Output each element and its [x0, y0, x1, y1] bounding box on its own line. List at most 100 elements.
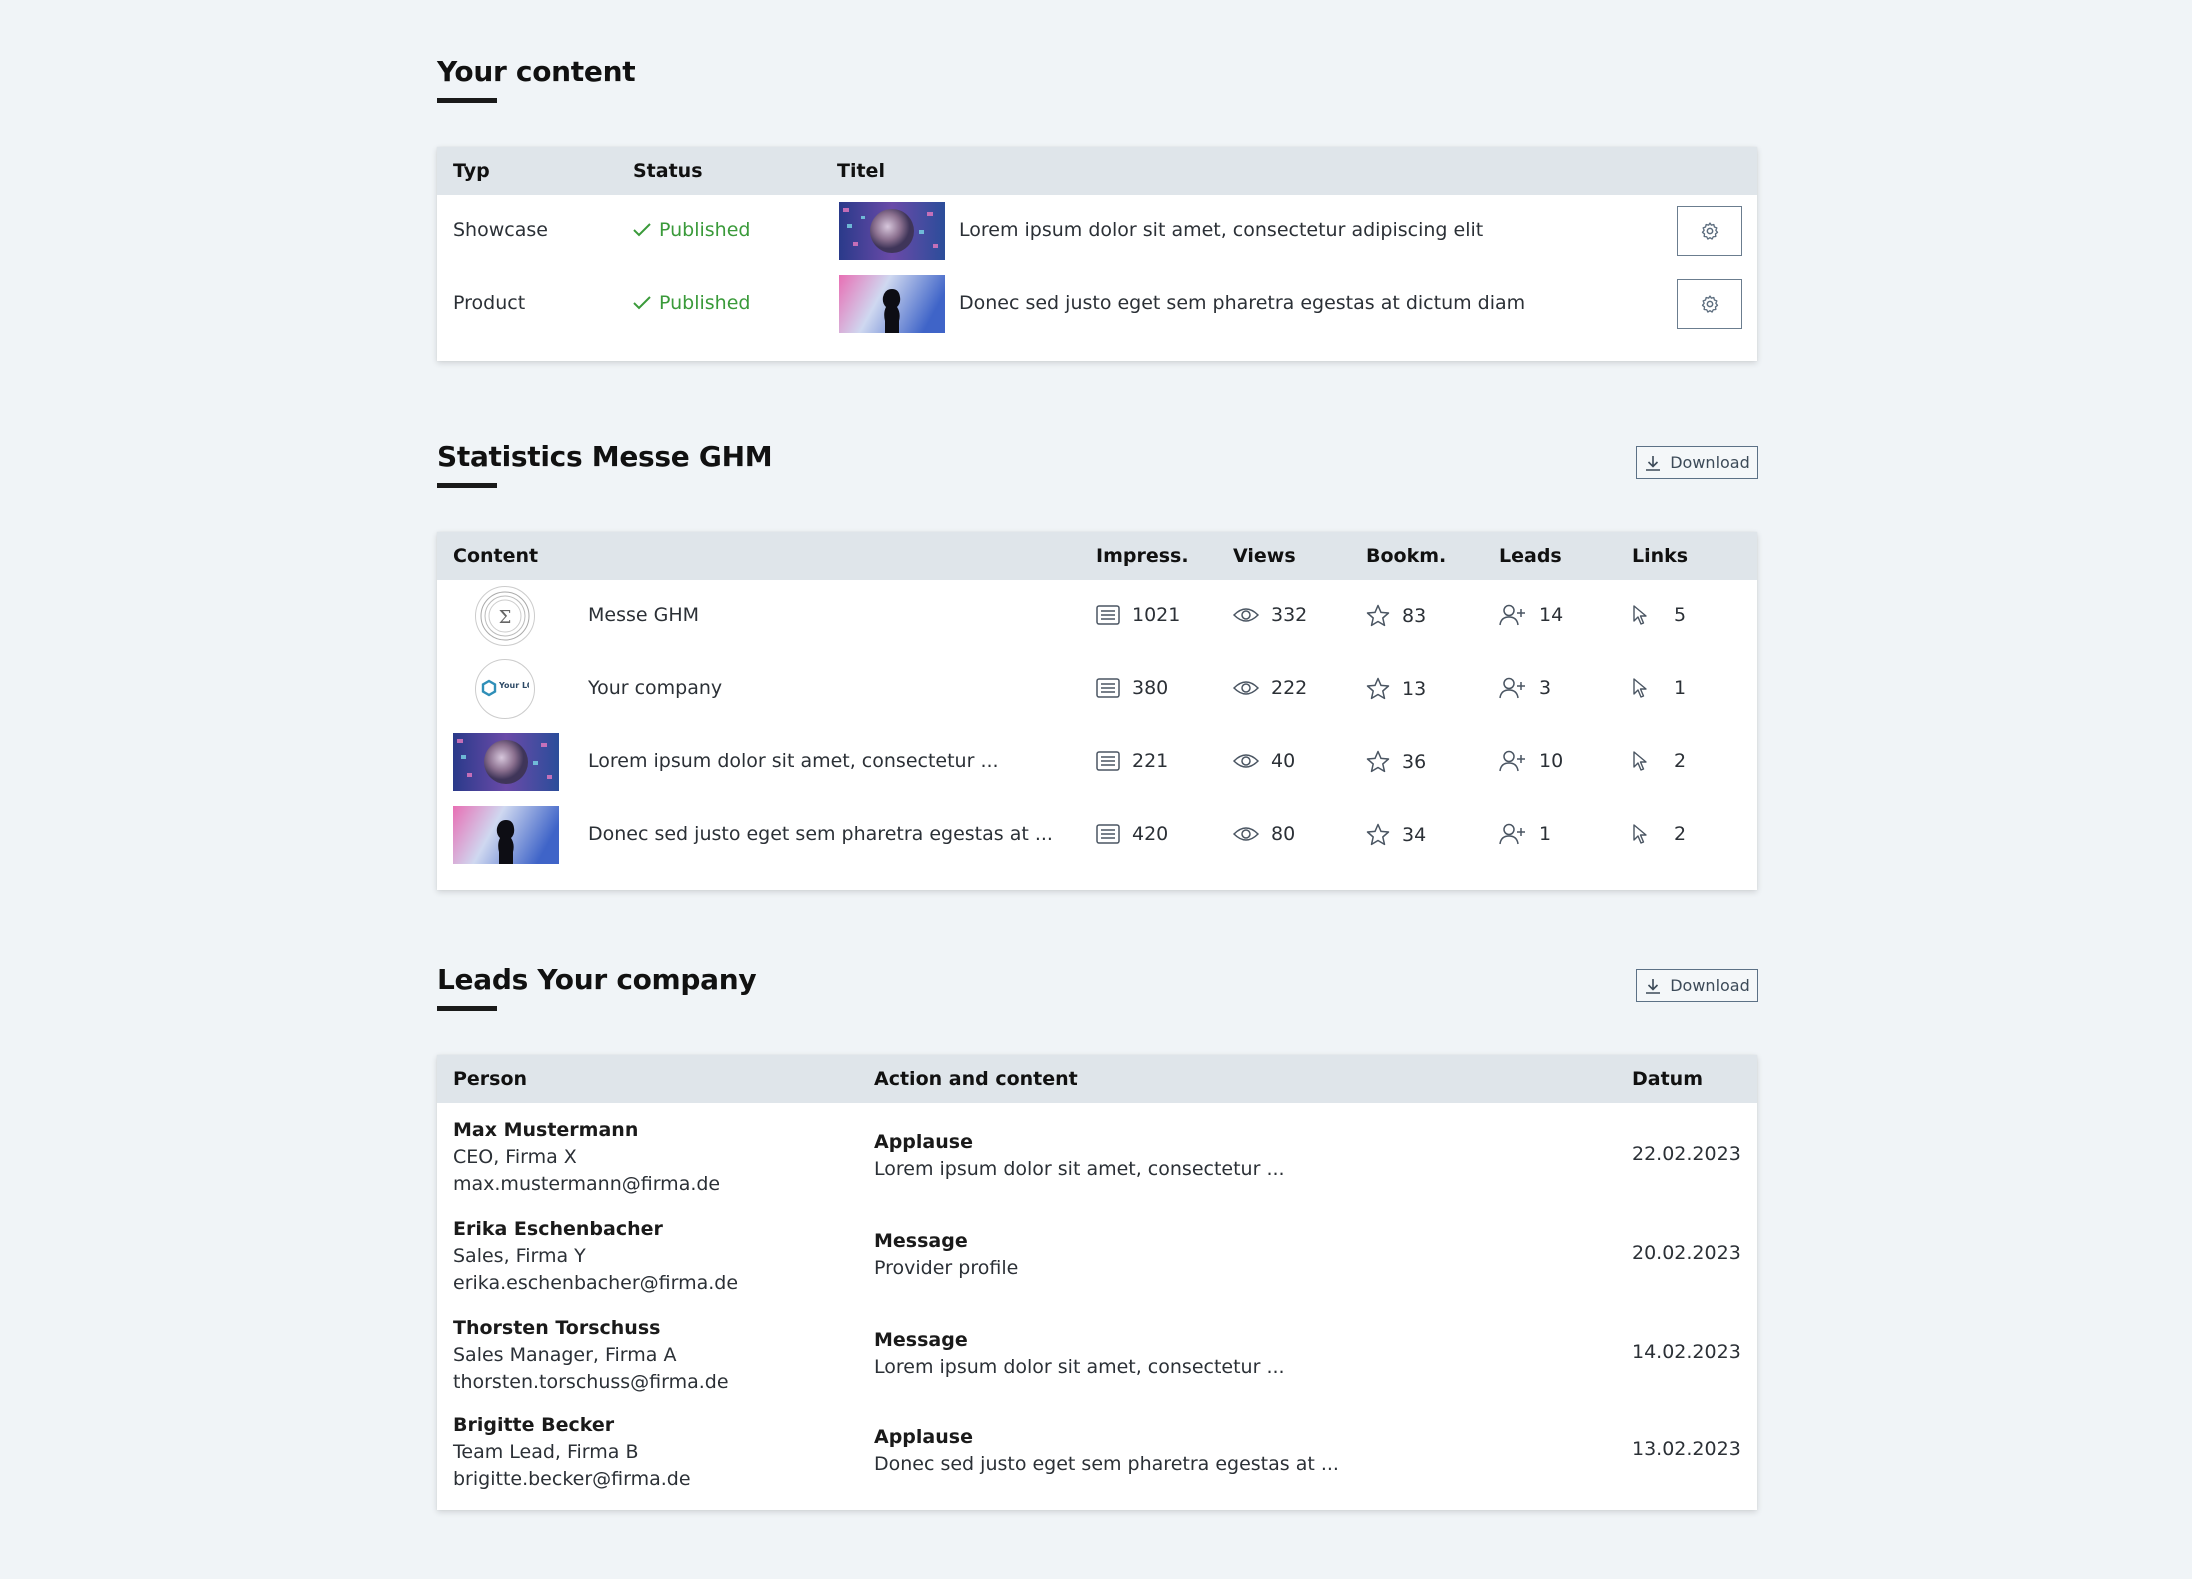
header-status: Status	[633, 160, 703, 182]
person-email[interactable]: max.mustermann@firma.de	[453, 1171, 720, 1198]
table-row: Thorsten Torschuss Sales Manager, Firma A…	[437, 1301, 1757, 1398]
cursor-icon	[1633, 751, 1647, 771]
table-row: Erika Eschenbacher Sales, Firma Y erika.es…	[437, 1202, 1757, 1301]
stat-impress: 420	[1096, 823, 1168, 845]
download-icon	[1646, 978, 1661, 994]
stat-views: 40	[1233, 750, 1295, 772]
statistics-title: Statistics Messe GHM	[437, 440, 773, 473]
header-titel: Titel	[837, 160, 885, 182]
add-user-icon	[1499, 750, 1525, 772]
lead-date: 22.02.2023	[1632, 1143, 1741, 1165]
content-name[interactable]: Donec sed justo eget sem pharetra egesta…	[588, 823, 1053, 845]
checkmark-icon	[633, 296, 651, 310]
stat-leads: 14	[1499, 604, 1563, 626]
header-action: Action and content	[874, 1068, 1078, 1090]
statistics-table: Content Impress. Views Bookm. Leads Link…	[437, 532, 1757, 890]
gear-icon	[1701, 222, 1718, 240]
impressions-icon	[1096, 824, 1120, 844]
person-role: Team Lead, Firma B	[453, 1441, 639, 1463]
status-label: Published	[659, 219, 751, 241]
content-table-header: Typ Status Titel	[437, 147, 1757, 195]
cursor-icon	[1633, 824, 1647, 844]
lead-action: Applause Lorem ipsum dolor sit amet, cons…	[874, 1129, 1285, 1183]
person-role: Sales, Firma Y	[453, 1245, 586, 1267]
title-underline	[437, 98, 497, 103]
row-typ: Product	[453, 292, 526, 314]
header-typ: Typ	[453, 160, 490, 182]
silhouette-thumbnail	[453, 806, 559, 864]
action-content[interactable]: Lorem ipsum dolor sit amet, consectetur …	[874, 1354, 1285, 1381]
stat-links: 2	[1632, 823, 1686, 845]
stat-impress-value: 420	[1132, 823, 1169, 845]
stat-leads: 3	[1499, 677, 1551, 699]
stat-impress: 380	[1096, 677, 1168, 699]
stat-leads-value: 3	[1539, 677, 1552, 699]
table-row: Max Mustermann CEO, Firma X max.mustermann…	[437, 1103, 1757, 1202]
row-titel[interactable]: Lorem ipsum dolor sit amet, consectetur …	[959, 219, 1483, 241]
stat-leads-value: 1	[1539, 823, 1552, 845]
lead-person: Max Mustermann CEO, Firma X max.mustermann…	[453, 1117, 720, 1198]
impressions-icon	[1096, 751, 1120, 771]
leads-table-header: Person Action and content Datum	[437, 1055, 1757, 1103]
action-type: Applause	[874, 1426, 973, 1448]
person-name: Erika Eschenbacher	[453, 1218, 663, 1240]
svg-text:Σ: Σ	[499, 607, 512, 628]
person-email[interactable]: erika.eschenbacher@firma.de	[453, 1270, 738, 1297]
download-label: Download	[1670, 976, 1750, 995]
checkmark-icon	[633, 223, 651, 237]
star-icon	[1366, 604, 1390, 627]
header-links: Links	[1632, 545, 1689, 567]
person-role: CEO, Firma X	[453, 1146, 577, 1168]
leads-title: Leads Your company	[437, 963, 757, 996]
row-titel[interactable]: Donec sed justo eget sem pharetra egesta…	[959, 292, 1525, 314]
content-name[interactable]: Lorem ipsum dolor sit amet, consectetur …	[588, 750, 999, 772]
settings-button[interactable]	[1677, 279, 1742, 329]
lead-person: Erika Eschenbacher Sales, Firma Y erika.es…	[453, 1216, 738, 1297]
person-email[interactable]: thorsten.torschuss@firma.de	[453, 1369, 729, 1396]
stat-impress-value: 1021	[1132, 604, 1181, 626]
star-icon	[1366, 750, 1390, 773]
content-name[interactable]: Your company	[588, 677, 722, 699]
impressions-icon	[1096, 678, 1120, 698]
lead-action: Message Lorem ipsum dolor sit amet, conse…	[874, 1327, 1285, 1381]
settings-button[interactable]	[1677, 206, 1742, 256]
leads-table: Person Action and content Datum Max Must…	[437, 1055, 1757, 1510]
company-logo: Your LOGO	[475, 659, 535, 719]
action-content[interactable]: Provider profile	[874, 1255, 1018, 1282]
table-row: Donec sed justo eget sem pharetra egesta…	[437, 799, 1757, 872]
lead-date: 20.02.2023	[1632, 1242, 1741, 1264]
stat-leads-value: 14	[1539, 604, 1564, 626]
person-name: Brigitte Becker	[453, 1414, 615, 1436]
messe-logo: Σ	[475, 586, 535, 646]
table-row: Lorem ipsum dolor sit amet, consectetur …	[437, 726, 1757, 799]
lead-action: Applause Donec sed justo eget sem pharetr…	[874, 1424, 1339, 1478]
row-typ: Showcase	[453, 219, 548, 241]
stat-links-value: 2	[1674, 750, 1687, 772]
table-row: Your LOGO Your company 380 222 13 3 1	[437, 653, 1757, 726]
action-type: Message	[874, 1329, 968, 1351]
stat-links-value: 5	[1674, 604, 1687, 626]
lead-action: Message Provider profile	[874, 1228, 1018, 1282]
stat-links: 5	[1632, 604, 1686, 626]
stat-views-value: 80	[1271, 823, 1296, 845]
action-content[interactable]: Lorem ipsum dolor sit amet, consectetur …	[874, 1156, 1285, 1183]
download-button[interactable]: Download	[1636, 969, 1758, 1002]
stat-impress: 1021	[1096, 604, 1180, 626]
action-content[interactable]: Donec sed justo eget sem pharetra egesta…	[874, 1451, 1339, 1478]
header-person: Person	[453, 1068, 528, 1090]
download-button[interactable]: Download	[1636, 446, 1758, 479]
star-icon	[1366, 677, 1390, 700]
stat-links-value: 1	[1674, 677, 1687, 699]
eye-icon	[1233, 754, 1259, 768]
header-views: Views	[1233, 545, 1296, 567]
person-email[interactable]: brigitte.becker@firma.de	[453, 1466, 691, 1493]
stat-views-value: 332	[1271, 604, 1308, 626]
stat-links-value: 2	[1674, 823, 1687, 845]
header-bookm: Bookm.	[1366, 545, 1447, 567]
eye-icon	[1233, 608, 1259, 622]
stat-bookm-value: 13	[1402, 677, 1427, 700]
company-logo-text: Your LOGO	[498, 681, 529, 690]
content-name[interactable]: Messe GHM	[588, 604, 699, 626]
add-user-icon	[1499, 677, 1525, 699]
cursor-icon	[1633, 678, 1647, 698]
